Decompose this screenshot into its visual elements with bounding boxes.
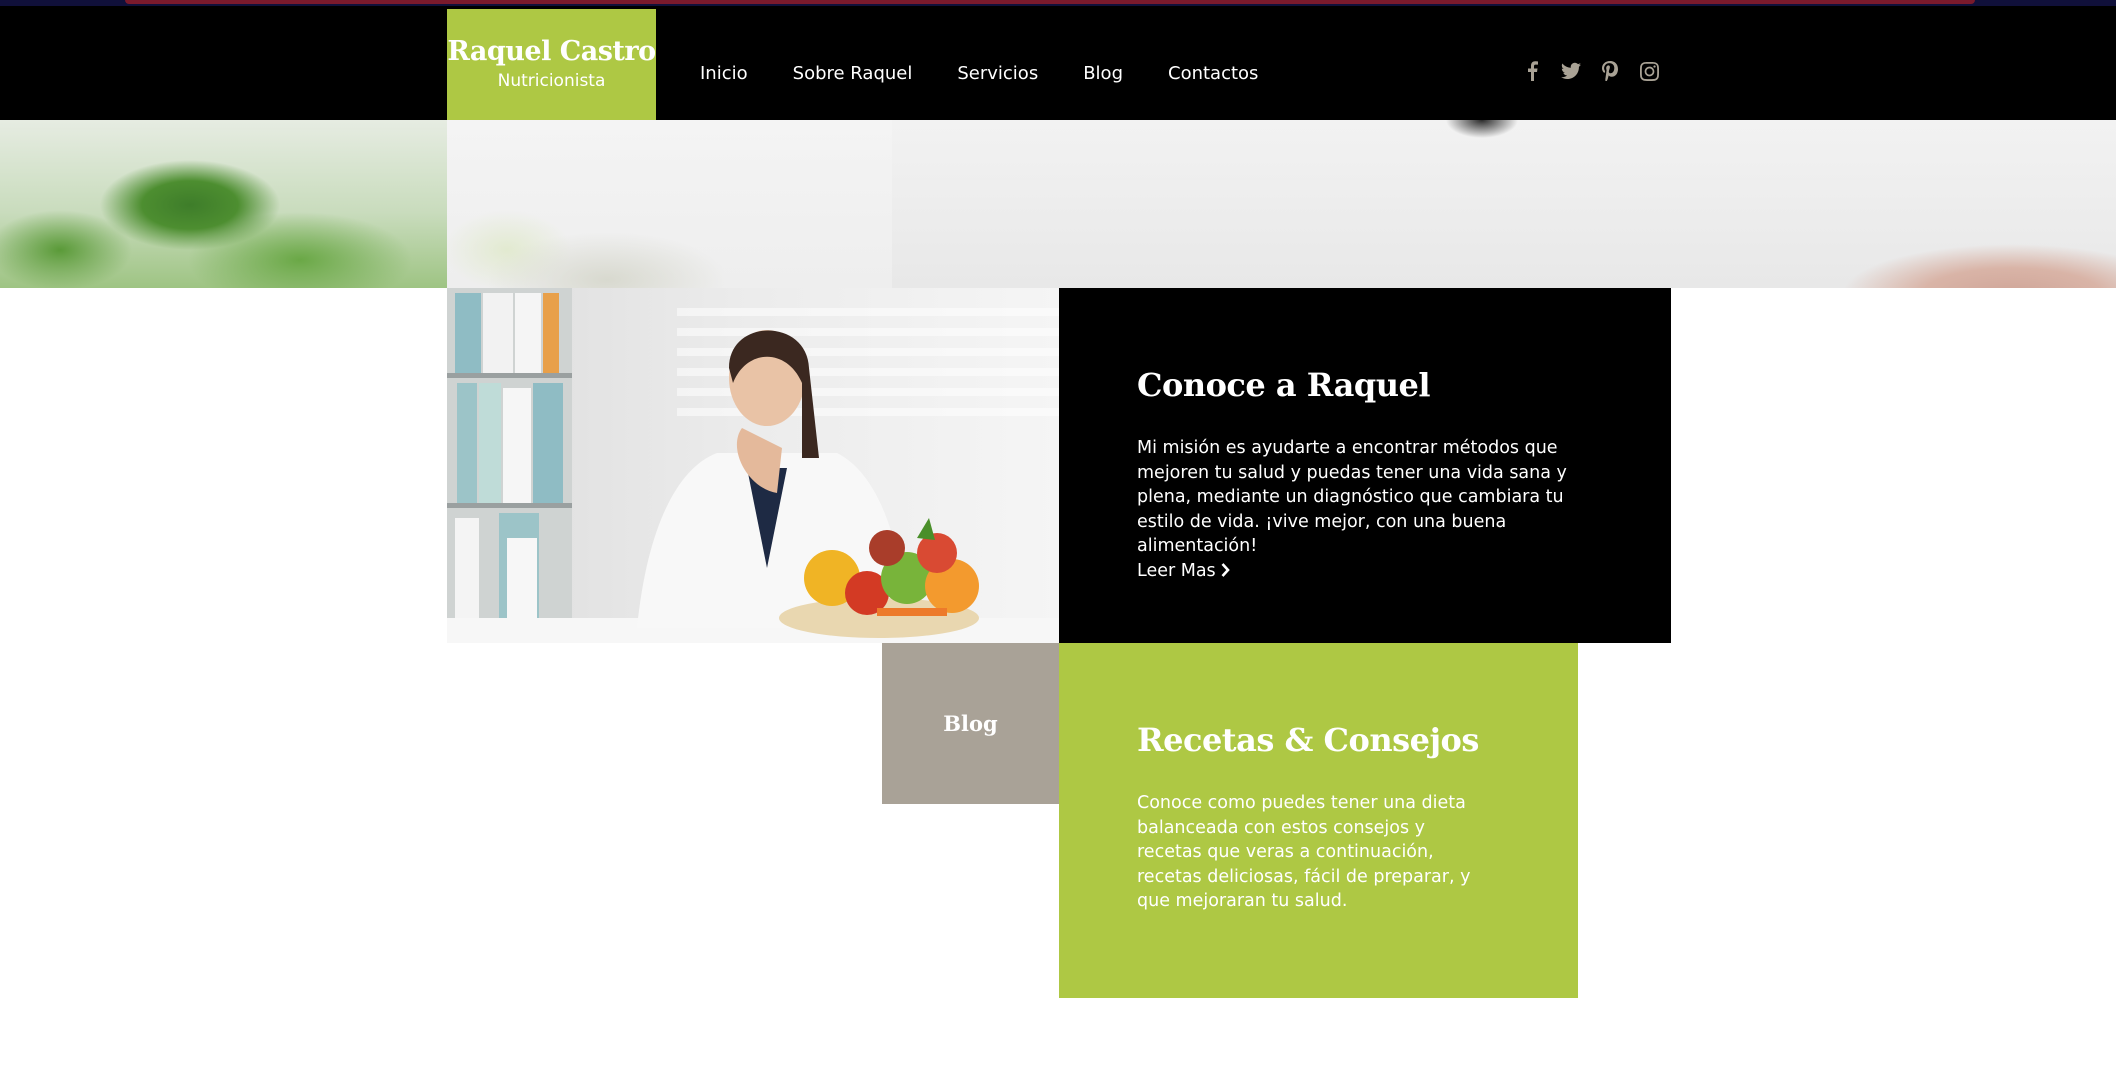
chevron-right-icon — [1221, 562, 1231, 577]
hero-middle-panel — [447, 120, 892, 288]
read-more-label: Leer Mas — [1137, 560, 1216, 581]
recipes-body: Conoce como puedes tener una dieta balan… — [1137, 793, 1471, 911]
nav-item-contactos[interactable]: Contactos — [1168, 63, 1258, 84]
blog-tag[interactable]: Blog — [882, 643, 1059, 804]
facebook-icon[interactable] — [1522, 60, 1542, 82]
nav-item-blog[interactable]: Blog — [1083, 63, 1123, 84]
site-header: Inicio Sobre Raquel Servicios Blog Conta… — [0, 6, 2116, 120]
nav-item-servicios[interactable]: Servicios — [957, 63, 1038, 84]
nav-item-sobre-raquel[interactable]: Sobre Raquel — [793, 63, 913, 84]
site-logo[interactable]: Raquel Castro Nutricionista — [447, 9, 656, 120]
hero-doctor-image — [892, 120, 2116, 288]
read-more-link[interactable]: Leer Mas — [1137, 560, 1231, 581]
about-section: Conoce a Raquel Mi misión es ayudarte a … — [1059, 288, 1671, 643]
recipes-title: Recetas & Consejos — [1137, 721, 1479, 759]
about-title: Conoce a Raquel — [1137, 366, 1431, 404]
instagram-icon[interactable] — [1639, 60, 1659, 82]
logo-title: Raquel Castro — [447, 36, 656, 67]
twitter-icon[interactable] — [1561, 60, 1581, 82]
pinterest-icon[interactable] — [1600, 60, 1620, 82]
about-body: Mi misión es ayudarte a encontrar método… — [1137, 436, 1601, 583]
logo-subtitle: Nutricionista — [497, 70, 606, 91]
about-body-text: Mi misión es ayudarte a encontrar método… — [1137, 438, 1567, 556]
hero-banner — [0, 120, 2116, 288]
nav-item-inicio[interactable]: Inicio — [700, 63, 748, 84]
hero-broccoli-image — [0, 120, 447, 288]
social-links — [1522, 57, 1678, 85]
top-strip-accent — [125, 0, 1975, 4]
recipes-section: Recetas & Consejos Conoce como puedes te… — [1059, 643, 1578, 998]
nutritionist-photo — [447, 288, 1059, 643]
main-nav: Inicio Sobre Raquel Servicios Blog Conta… — [700, 58, 1303, 88]
